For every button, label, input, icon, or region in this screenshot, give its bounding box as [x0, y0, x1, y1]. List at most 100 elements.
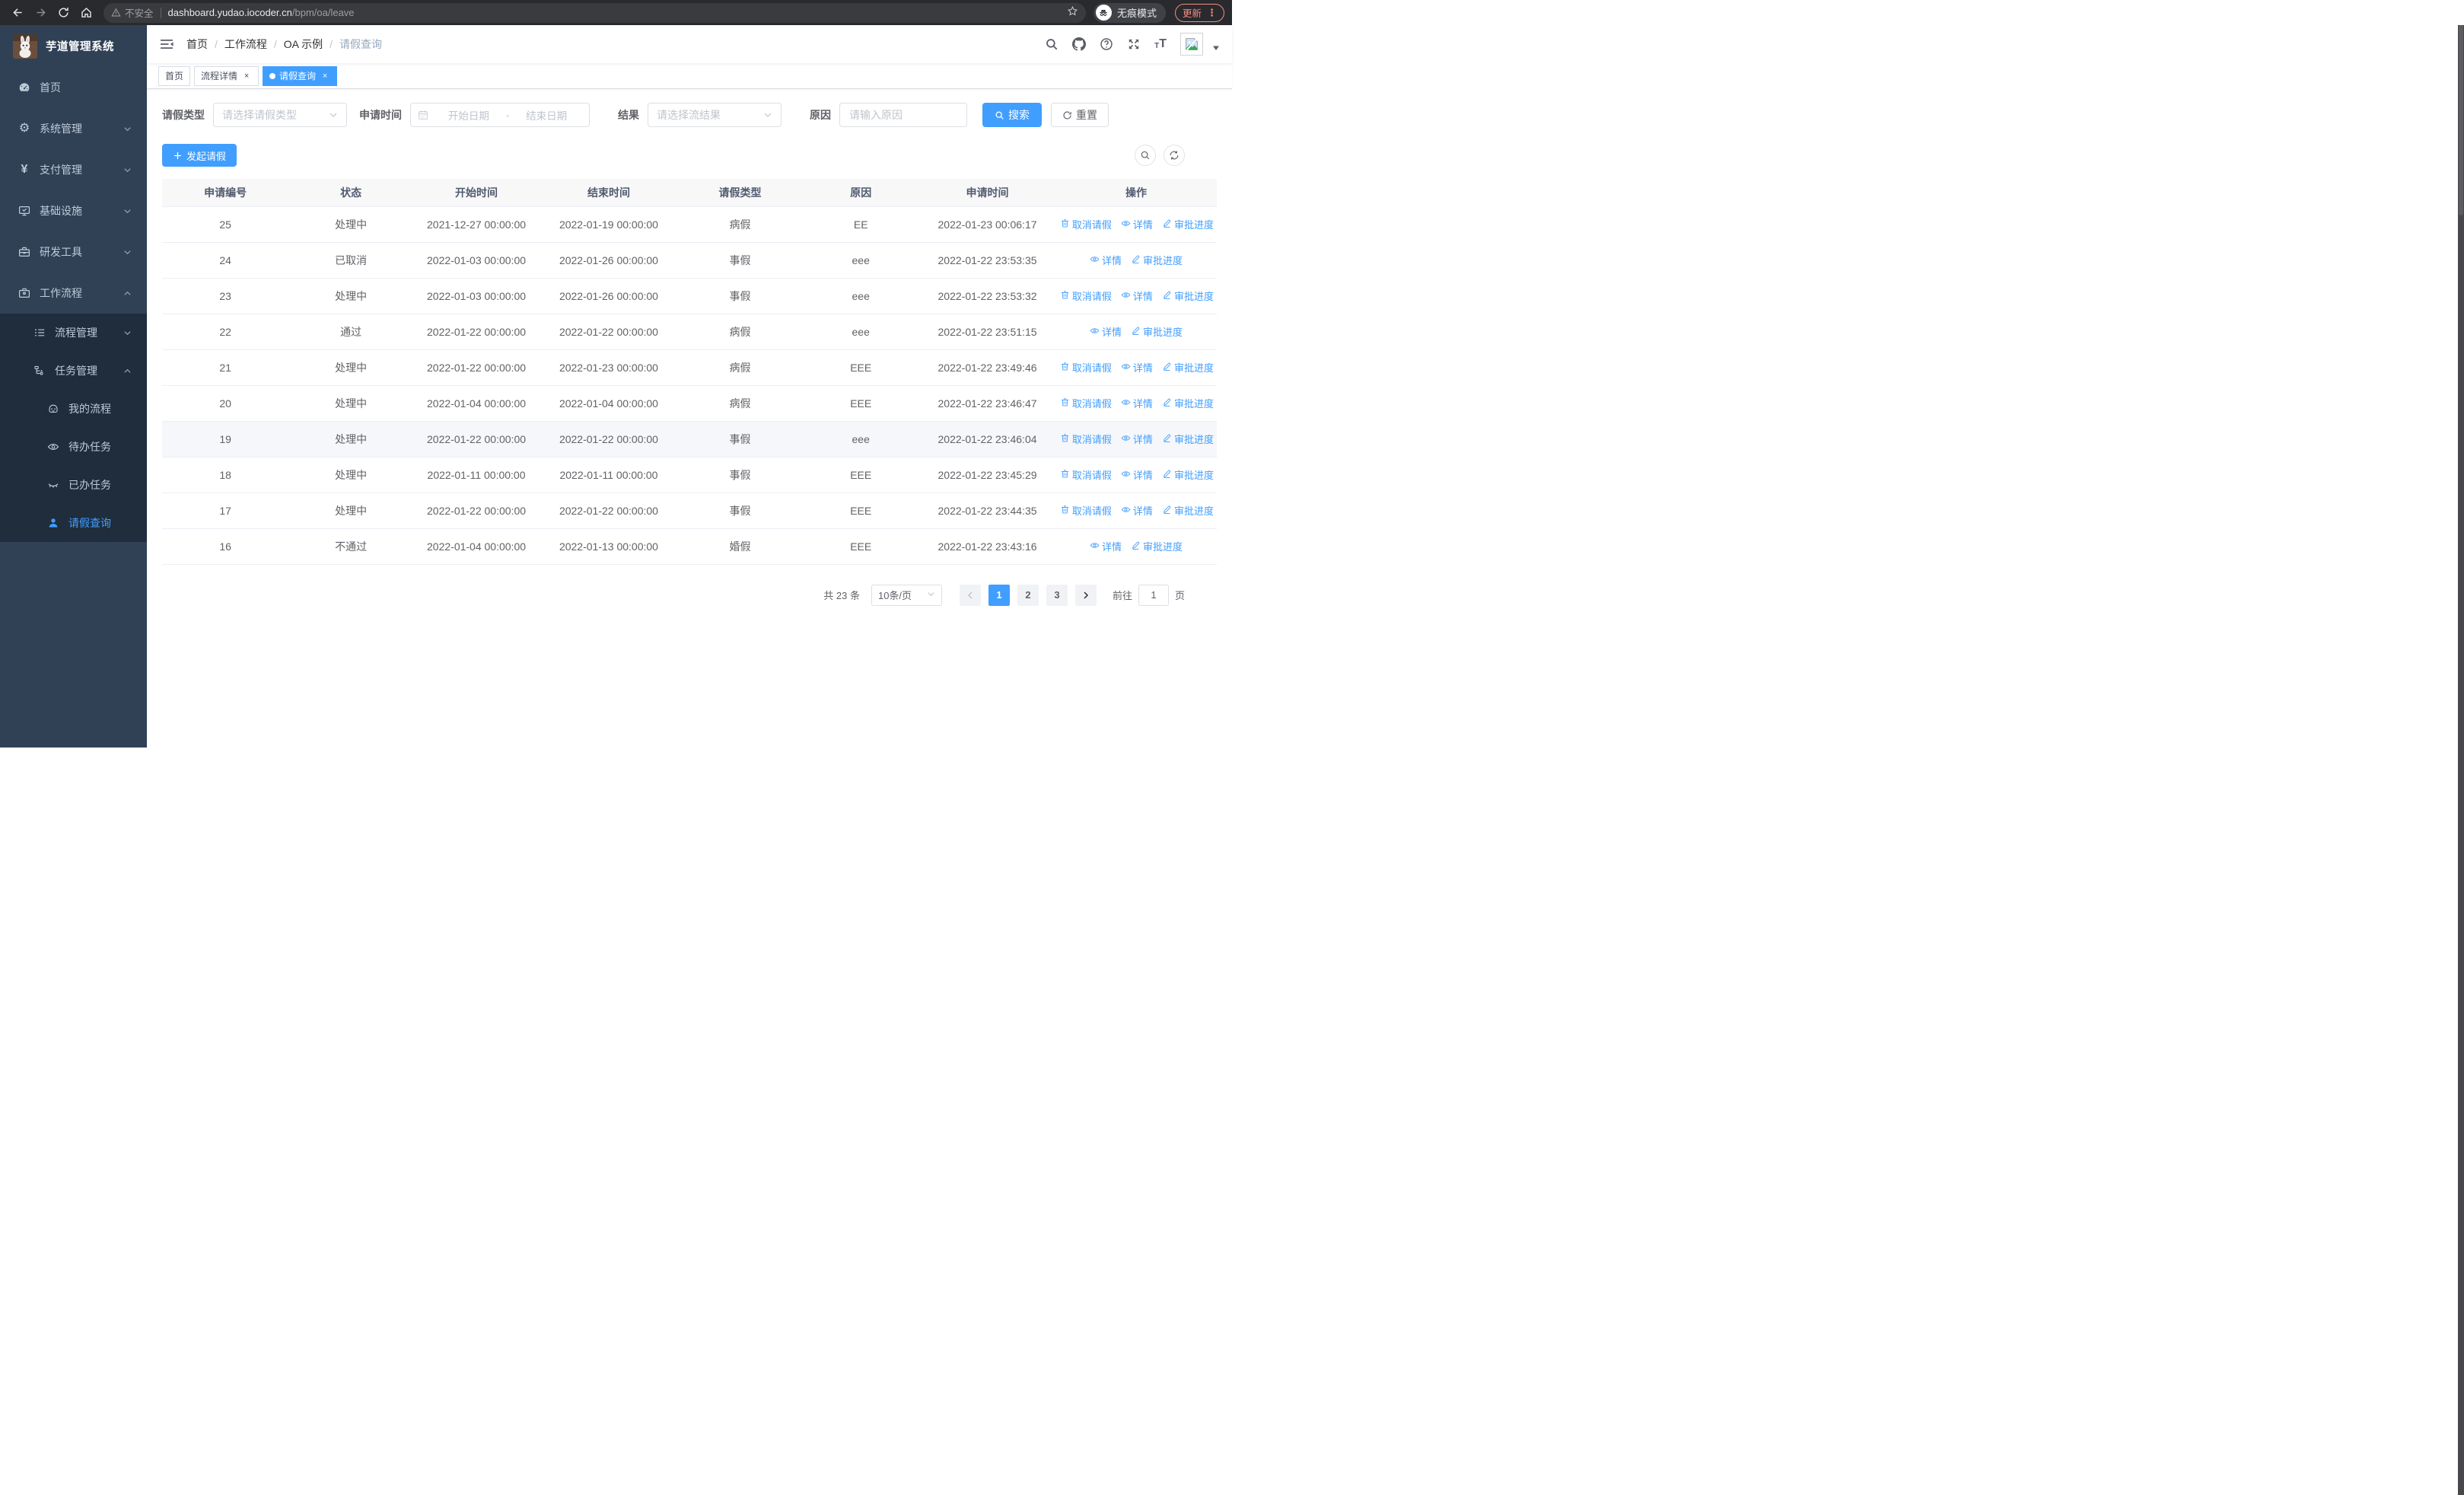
refresh-table-button[interactable] — [1164, 145, 1185, 166]
create-leave-button[interactable]: 发起请假 — [162, 144, 237, 167]
daterange-separator: - — [505, 109, 510, 121]
browser-reload-button[interactable] — [53, 3, 73, 23]
app-logo[interactable]: 芋道管理系统 — [0, 25, 147, 67]
result-select[interactable]: 请选择流结果 — [648, 103, 782, 127]
cell-apply-time: 2022-01-22 23:53:35 — [919, 242, 1055, 279]
leave-type-select[interactable]: 请选择请假类型 — [213, 103, 347, 127]
breadcrumb-item[interactable]: 首页 — [186, 37, 208, 52]
close-icon[interactable]: × — [241, 71, 252, 81]
sidebar-item-process-management[interactable]: 流程管理 — [0, 314, 147, 352]
page-button-2[interactable]: 2 — [1017, 584, 1039, 606]
page-size-select[interactable]: 10条/页 — [871, 584, 942, 606]
browser-update-menu-button[interactable]: 更新 ⋮ — [1174, 3, 1224, 22]
page-button-3[interactable]: 3 — [1046, 584, 1068, 606]
header-search-button[interactable] — [1045, 37, 1059, 51]
progress-action-link[interactable]: 审批进度 — [1131, 324, 1183, 339]
sidebar-item-leave-query[interactable]: 请假查询 — [0, 504, 147, 542]
browser-forward-button[interactable] — [30, 3, 50, 23]
bookmark-star-button[interactable] — [1067, 5, 1078, 21]
detail-action-link[interactable]: 详情 — [1121, 360, 1153, 375]
sidebar-item-task-management[interactable]: 任务管理 — [0, 352, 147, 390]
close-icon[interactable]: × — [320, 71, 330, 81]
detail-action-link[interactable]: 详情 — [1121, 396, 1153, 410]
cancel-action-link[interactable]: 取消请假 — [1060, 217, 1112, 231]
trash-icon — [1060, 469, 1070, 481]
avatar-menu-caret[interactable] — [1212, 44, 1220, 52]
edit-icon — [1162, 290, 1172, 302]
github-link-button[interactable] — [1072, 37, 1087, 51]
sidebar-collapse-button[interactable] — [159, 37, 174, 52]
detail-action-link[interactable]: 详情 — [1121, 432, 1153, 446]
cancel-action-link[interactable]: 取消请假 — [1060, 288, 1112, 303]
address-bar[interactable]: 不安全 dashboard.yudao.iocoder.cn/bpm/oa/le… — [103, 2, 1086, 23]
progress-action-link[interactable]: 审批进度 — [1162, 288, 1214, 303]
cancel-action-link[interactable]: 取消请假 — [1060, 467, 1112, 482]
tab-首页[interactable]: 首页 — [158, 65, 191, 86]
cancel-action-link[interactable]: 取消请假 — [1060, 432, 1112, 446]
cell-reason: eee — [802, 421, 920, 457]
sidebar-item-infrastructure[interactable]: 基础设施 — [0, 190, 147, 231]
tab-请假查询[interactable]: 请假查询 × — [263, 65, 338, 86]
progress-action-link[interactable]: 审批进度 — [1131, 539, 1183, 553]
detail-action-link[interactable]: 详情 — [1121, 288, 1153, 303]
tab-流程详情[interactable]: 流程详情 × — [194, 65, 259, 86]
reload-icon — [58, 7, 68, 18]
search-button[interactable]: 搜索 — [982, 103, 1042, 127]
sidebar-item-system-management[interactable]: ⚙ 系统管理 — [0, 108, 147, 149]
browser-home-button[interactable] — [76, 3, 96, 23]
progress-action-link[interactable]: 审批进度 — [1131, 253, 1183, 267]
detail-action-link[interactable]: 详情 — [1090, 324, 1122, 339]
apply-time-daterange[interactable]: 开始日期 - 结束日期 — [410, 103, 590, 127]
sidebar-item-todo-tasks[interactable]: 待办任务 — [0, 428, 147, 466]
prev-page-button[interactable] — [959, 584, 981, 606]
help-button[interactable] — [1100, 37, 1113, 51]
progress-action-link[interactable]: 审批进度 — [1162, 467, 1214, 482]
cell-actions: 详情 审批进度 — [1055, 528, 1217, 565]
column-header: 原因 — [802, 179, 920, 207]
avatar[interactable] — [1180, 33, 1203, 56]
action-label: 审批进度 — [1173, 291, 1214, 302]
forward-icon — [36, 8, 46, 17]
fullscreen-button[interactable] — [1127, 37, 1141, 51]
detail-action-link[interactable]: 详情 — [1121, 467, 1153, 482]
scrollbar-thumb[interactable] — [2459, 25, 2463, 215]
cancel-action-link[interactable]: 取消请假 — [1060, 503, 1112, 518]
chevron-down-icon — [927, 589, 935, 601]
cancel-action-link[interactable]: 取消请假 — [1060, 396, 1112, 410]
detail-action-link[interactable]: 详情 — [1121, 503, 1153, 518]
toggle-search-button[interactable] — [1135, 145, 1156, 166]
sidebar-item-home[interactable]: 首页 — [0, 67, 147, 108]
sidebar-item-done-tasks[interactable]: 已办任务 — [0, 466, 147, 504]
cancel-action-link[interactable]: 取消请假 — [1060, 360, 1112, 375]
table-tools — [1135, 145, 1185, 166]
cell-status: 已取消 — [288, 242, 413, 279]
progress-action-link[interactable]: 审批进度 — [1162, 396, 1214, 410]
breadcrumb-item[interactable]: 工作流程 — [224, 37, 267, 52]
sidebar-item-dev-tools[interactable]: 研发工具 — [0, 231, 147, 273]
detail-action-link[interactable]: 详情 — [1090, 539, 1122, 553]
security-chip[interactable]: 不安全 — [111, 5, 154, 20]
detail-action-link[interactable]: 详情 — [1090, 253, 1122, 267]
browser-back-button[interactable] — [8, 3, 27, 23]
reset-button[interactable]: 重置 — [1051, 103, 1109, 127]
sidebar-item-payment-management[interactable]: ¥ 支付管理 — [0, 149, 147, 190]
goto-page-input[interactable] — [1138, 584, 1169, 606]
font-size-button[interactable]: TT — [1154, 38, 1167, 50]
cell-leave-type: 病假 — [677, 206, 803, 243]
table-header: 申请编号 状态 开始时间 结束时间 请假类型 原因 申请时间 操作 — [162, 179, 1217, 207]
detail-action-link[interactable]: 详情 — [1121, 217, 1153, 231]
sidebar-item-my-process[interactable]: 我的流程 — [0, 390, 147, 428]
progress-action-link[interactable]: 审批进度 — [1162, 432, 1214, 446]
page-button-1[interactable]: 1 — [988, 584, 1010, 606]
next-page-button[interactable] — [1074, 584, 1097, 606]
cell-leave-type: 事假 — [677, 242, 803, 279]
reason-input[interactable] — [839, 103, 967, 127]
progress-action-link[interactable]: 审批进度 — [1162, 360, 1214, 375]
window-scrollbar[interactable] — [2458, 25, 2464, 1495]
progress-action-link[interactable]: 审批进度 — [1162, 217, 1214, 231]
cell-status: 处理中 — [288, 385, 413, 422]
breadcrumb-item[interactable]: OA 示例 — [284, 37, 323, 52]
progress-action-link[interactable]: 审批进度 — [1162, 503, 1214, 518]
sidebar-item-label: 支付管理 — [40, 164, 82, 176]
sidebar-item-workflow[interactable]: 工作流程 — [0, 273, 147, 314]
